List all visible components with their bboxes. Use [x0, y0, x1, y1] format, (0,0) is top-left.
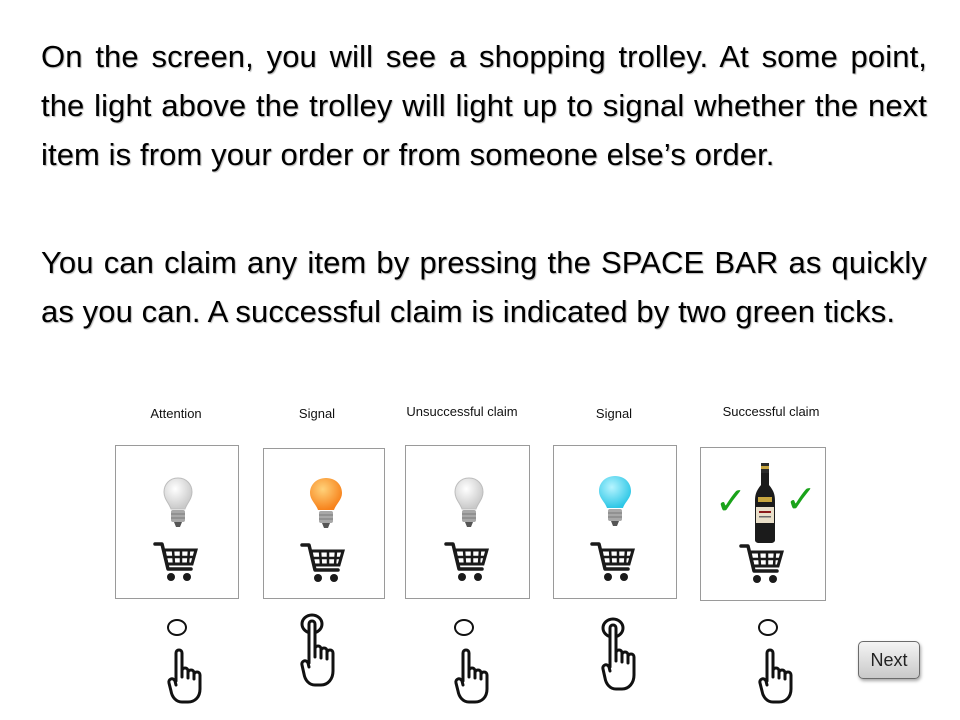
stage-caption-attention: Attention [150, 406, 202, 421]
stage-panel-attention [115, 445, 239, 599]
stage-panel-successful-claim: ✓ ✓ [700, 447, 826, 601]
shopping-cart-icon [739, 544, 784, 583]
instruction-paragraph-1: On the screen, you will see a shopping t… [41, 39, 927, 172]
hand-raised-icon [167, 648, 202, 704]
instruction-paragraph-2: You can claim any item by pressing the S… [41, 245, 927, 329]
stage-caption-unsuccessful-claim: Unsuccessful claim [406, 404, 518, 419]
hand-raised-icon [758, 648, 793, 704]
shopping-cart-icon [444, 542, 489, 581]
orange-bulb-icon [310, 478, 342, 528]
shopping-cart-icon [153, 542, 198, 581]
hand-pressing-icon [601, 617, 636, 691]
stage-caption-signal-orange: Signal [298, 406, 336, 421]
blue-bulb-icon [599, 476, 631, 526]
stage-panel-signal-orange [263, 448, 385, 599]
stage-panel-unsuccessful-claim [405, 445, 530, 599]
stage-panel-signal-blue [553, 445, 677, 599]
stage-caption-successful-claim: Successful claim [722, 404, 820, 419]
hand-pressing-icon [300, 613, 335, 687]
hand-raised-icon [454, 648, 489, 704]
shopping-cart-icon [590, 542, 635, 581]
champagne-bottle-icon [755, 463, 775, 543]
white-bulb-icon [163, 477, 193, 527]
green-tick-left-icon: ✓ [715, 481, 747, 523]
key-indicator-circle [454, 619, 474, 636]
white-bulb-icon [454, 477, 484, 527]
green-tick-right-icon: ✓ [785, 479, 817, 521]
stage-caption-signal-blue: Signal [595, 406, 633, 421]
next-button[interactable]: Next [858, 641, 920, 679]
key-indicator-circle [758, 619, 778, 636]
key-indicator-circle [167, 619, 187, 636]
shopping-cart-icon [300, 543, 345, 582]
